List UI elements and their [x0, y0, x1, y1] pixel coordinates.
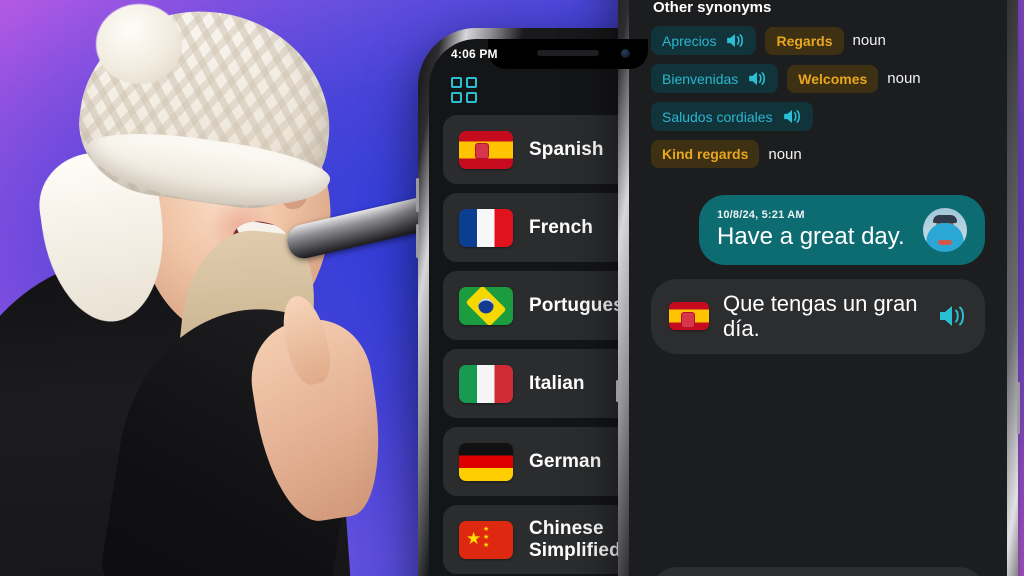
synonym-target-chip[interactable]: Regards	[765, 26, 844, 55]
language-label: Spanish	[529, 138, 604, 160]
synonym-target-chip[interactable]: Kind regards	[651, 140, 760, 168]
message-text: Have a great day.	[717, 223, 905, 250]
flag-icon-germany	[459, 442, 513, 481]
translation-bubble-reply[interactable]: Que tengas un gran día.	[651, 279, 985, 354]
synonym-source-text: Saludos cordiales	[662, 108, 773, 125]
message-bubble-outgoing[interactable]: 10/8/24, 5:21 AM Have a great day.	[699, 195, 985, 265]
part-of-speech-label: noun	[852, 32, 886, 49]
synonym-row: Kind regards noun	[651, 140, 985, 168]
part-of-speech-label: noun	[887, 70, 921, 87]
grid-menu-icon[interactable]	[451, 77, 477, 103]
synonym-source-chip[interactable]: Saludos cordiales	[651, 102, 813, 131]
synonym-source-text: Bienvenidas	[662, 70, 739, 87]
translation-conversation: Greetings. Saludos	[629, 0, 1007, 576]
status-bar: 4:06 PM	[429, 39, 707, 69]
flag-icon-spain	[669, 302, 709, 331]
flag-star-large: ★	[466, 528, 482, 548]
message-composer[interactable]: Write only in English.	[651, 567, 985, 576]
part-of-speech-label: noun	[768, 145, 802, 163]
mute-switch[interactable]	[616, 380, 619, 402]
grid-cell	[451, 77, 462, 88]
speaker-icon[interactable]	[937, 303, 967, 329]
screenshot-root: 4:06 PM Spanish French Portuguese Italia…	[0, 0, 1024, 576]
volume-down-button[interactable]	[416, 224, 419, 258]
other-synonyms-heading: Other synonyms	[653, 0, 772, 16]
power-button[interactable]	[1017, 382, 1020, 434]
speaker-icon[interactable]	[725, 32, 745, 49]
flag-icon-italy	[459, 364, 513, 403]
synonym-target-chip[interactable]: Welcomes	[787, 64, 879, 93]
hero-photo-woman-with-phone	[0, 0, 420, 576]
right-phone-device: Greetings. Saludos	[616, 0, 1020, 576]
grid-cell	[466, 92, 477, 103]
language-label: German	[529, 450, 602, 472]
photo-edge-fade	[0, 0, 420, 576]
flag-icon-brazil	[459, 286, 513, 325]
translation-text: Que tengas un gran día.	[723, 291, 918, 342]
status-time: 4:06 PM	[451, 47, 498, 61]
message-timestamp: 10/8/24, 5:21 AM	[717, 209, 805, 221]
synonym-row: Saludos cordiales	[651, 102, 985, 131]
flag-icon-spain	[459, 130, 513, 169]
flag-icon-china: ★ ★ ★ ★	[459, 520, 513, 559]
avatar	[923, 208, 967, 252]
speaker-icon[interactable]	[747, 70, 767, 87]
language-label: French	[529, 216, 593, 238]
volume-up-button[interactable]	[416, 178, 419, 212]
language-label: Italian	[529, 372, 585, 394]
flag-stars-small: ★ ★ ★	[483, 525, 490, 549]
speaker-icon[interactable]	[782, 108, 802, 125]
grid-cell	[466, 77, 477, 88]
right-phone-screen: Greetings. Saludos	[629, 0, 1007, 576]
grid-cell	[451, 92, 462, 103]
flag-icon-france	[459, 208, 513, 247]
